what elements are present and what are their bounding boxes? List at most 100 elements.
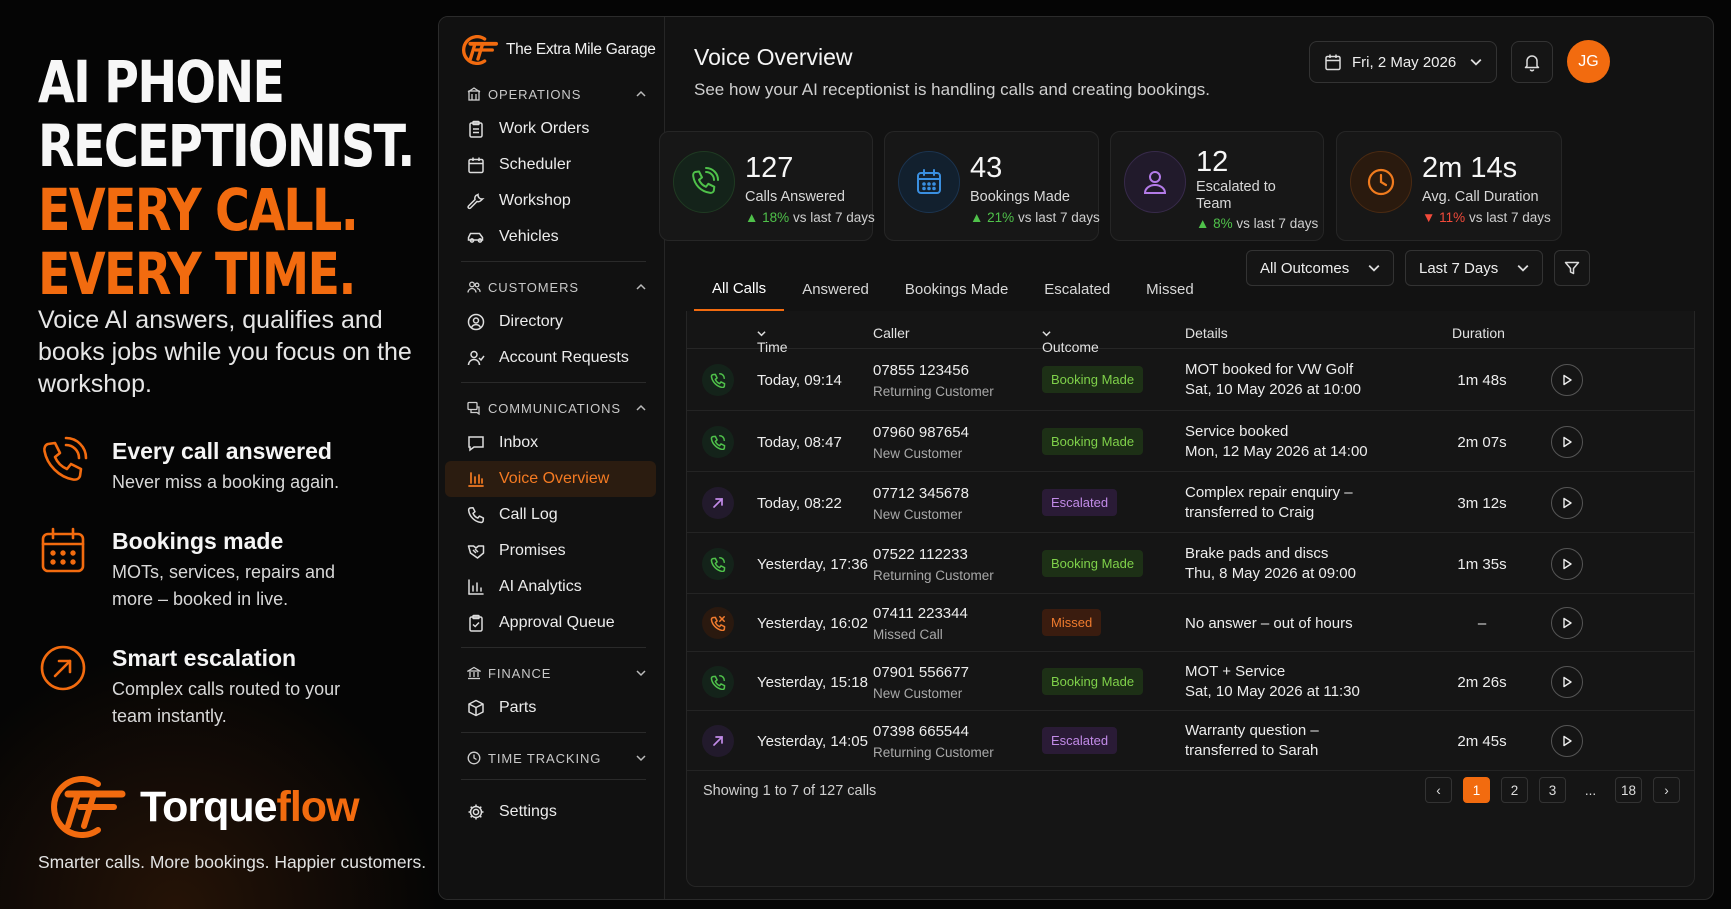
sidebar-item-inbox[interactable]: Inbox (445, 425, 656, 461)
wrench-icon (467, 193, 485, 210)
section-operations[interactable]: OPERATIONS (445, 83, 656, 105)
page-button[interactable]: 1 (1463, 777, 1490, 803)
sidebar-item-approval-queue[interactable]: Approval Queue (445, 605, 656, 641)
sidebar-item-call-log[interactable]: Call Log (445, 497, 656, 533)
call-time: Yesterday, 14:05 (757, 733, 868, 750)
table-row[interactable]: Yesterday, 15:18 07901 556677 New Customer… (687, 652, 1694, 711)
table-row[interactable]: Today, 09:14 07855 123456 Returning Custom… (687, 349, 1694, 411)
tab-bookings-made[interactable]: Bookings Made (887, 267, 1026, 311)
sidebar-item-parts[interactable]: Parts (445, 690, 656, 726)
brand-tagline: Smarter calls. More bookings. Happier cu… (38, 852, 427, 872)
sidebar-item-account-requests[interactable]: Account Requests (445, 340, 656, 376)
feature-item: Bookings made MOTs, services, repairs an… (38, 526, 428, 613)
page-button[interactable]: 2 (1501, 777, 1528, 803)
sidebar-item-ai-analytics[interactable]: AI Analytics (445, 569, 656, 605)
table-row[interactable]: Yesterday, 17:36 07522 112233 Returning Cu… (687, 533, 1694, 594)
call-duration: 1m 35s (1457, 556, 1507, 573)
table-row[interactable]: Today, 08:47 07960 987654 New Customer Book… (687, 411, 1694, 472)
column-header-time[interactable]: Time (757, 325, 788, 355)
caller-info: 07522 112233 Returning Customer (873, 546, 994, 583)
details-line-2: Sat, 10 May 2026 at 10:00 (1185, 381, 1361, 398)
section-customers[interactable]: CUSTOMERS (445, 276, 656, 298)
user-avatar[interactable]: JG (1567, 40, 1610, 83)
feature-desc: Never miss a booking again. (112, 472, 340, 492)
tab-escalated[interactable]: Escalated (1026, 267, 1128, 311)
sidebar: The Extra Mile Garage OPERATIONS Work Or… (439, 17, 665, 899)
user-icon (1143, 171, 1167, 194)
play-recording-button[interactable] (1551, 607, 1583, 639)
feature-desc: MOTs, services, repairs and more – booke… (112, 562, 336, 609)
outcome-filter-dropdown[interactable]: All Outcomes (1246, 250, 1394, 286)
sidebar-item-settings[interactable]: Settings (445, 794, 656, 830)
section-finance[interactable]: FINANCE (445, 662, 656, 684)
details-line-1: MOT + Service (1185, 663, 1286, 680)
play-icon (1563, 735, 1572, 747)
date-value: Fri, 2 May 2026 (1352, 53, 1457, 71)
sidebar-item-workshop[interactable]: Workshop (445, 183, 656, 219)
trend-up-icon: ▲ (970, 210, 984, 225)
play-recording-button[interactable] (1551, 364, 1583, 396)
filter-icon (1564, 261, 1580, 275)
sidebar-item-work-orders[interactable]: Work Orders (445, 111, 656, 147)
page-button[interactable]: 18 (1615, 777, 1642, 803)
outcome-badge: Booking Made (1042, 550, 1144, 577)
sidebar-item-scheduler[interactable]: Scheduler (445, 147, 656, 183)
tab-all-calls[interactable]: All Calls (694, 267, 785, 311)
sidebar-item-vehicles[interactable]: Vehicles (445, 219, 656, 255)
call-time: Yesterday, 15:18 (757, 674, 868, 691)
stat-trend: ▼ 11% vs last 7 days (1422, 210, 1551, 225)
caller-number: 07901 556677 (873, 664, 969, 681)
feature-title: Bookings made (112, 528, 284, 554)
play-recording-button[interactable] (1551, 426, 1583, 458)
sidebar-item-directory[interactable]: Directory (445, 304, 656, 340)
promo-subtitle: Voice AI answers, qualifies and books jo… (38, 306, 412, 398)
play-icon (1563, 436, 1572, 448)
play-icon (1563, 676, 1572, 688)
sidebar-item-label: Inbox (499, 434, 539, 451)
sidebar-item-label: Voice Overview (499, 470, 610, 487)
column-header-outcome[interactable]: Outcome (1042, 325, 1099, 355)
chevron-down-icon (1368, 264, 1380, 272)
details-line-1: MOT booked for VW Golf (1185, 361, 1354, 378)
section-label: FINANCE (488, 665, 552, 681)
play-recording-button[interactable] (1551, 666, 1583, 698)
chevron-up-icon (636, 283, 646, 290)
bell-icon (1524, 55, 1540, 72)
play-recording-button[interactable] (1551, 725, 1583, 757)
date-range-dropdown[interactable]: Last 7 Days (1405, 250, 1543, 286)
notifications-button[interactable] (1511, 41, 1553, 83)
sidebar-item-promises[interactable]: Promises (445, 533, 656, 569)
table-row[interactable]: Today, 08:22 07712 345678 New Customer Esca… (687, 472, 1694, 533)
stat-value: 43 (970, 152, 1003, 184)
phone-ringing-icon (692, 167, 719, 194)
filter-button[interactable] (1554, 250, 1590, 286)
caller-number: 07398 665544 (873, 723, 969, 740)
stat-value: 2m 14s (1422, 152, 1518, 184)
tab-answered[interactable]: Answered (784, 267, 887, 311)
trend-suffix: vs last 7 days (1236, 216, 1319, 231)
next-page-button[interactable]: › (1653, 777, 1680, 803)
outcome-badge: Booking Made (1042, 668, 1144, 695)
page-button[interactable]: 3 (1539, 777, 1566, 803)
section-label: OPERATIONS (488, 86, 582, 102)
section-communications[interactable]: COMMUNICATIONS (445, 397, 656, 419)
prev-page-button[interactable]: ‹ (1425, 777, 1452, 803)
trend-value: 21% (987, 210, 1015, 225)
clock-icon (1367, 168, 1395, 196)
call-duration: 3m 12s (1457, 495, 1507, 512)
phone-missed-icon (702, 607, 734, 639)
garage-header[interactable]: The Extra Mile Garage (439, 17, 664, 65)
stat-card-bookings-made: 43 Bookings Made ▲ 21% vs last 7 days (884, 131, 1100, 241)
sidebar-item-label: Approval Queue (499, 614, 615, 631)
divider (461, 732, 646, 733)
table-row[interactable]: Yesterday, 16:02 07411 223344 Missed Call M… (687, 594, 1694, 652)
dropdown-value: Last 7 Days (1419, 259, 1499, 277)
tab-missed[interactable]: Missed (1128, 267, 1212, 311)
play-recording-button[interactable] (1551, 548, 1583, 580)
date-picker[interactable]: Fri, 2 May 2026 (1309, 41, 1497, 83)
call-duration: 2m 26s (1457, 674, 1507, 691)
section-time-tracking[interactable]: TIME TRACKING (445, 747, 656, 769)
play-recording-button[interactable] (1551, 487, 1583, 519)
sidebar-item-voice-overview[interactable]: Voice Overview (445, 461, 656, 497)
table-row[interactable]: Yesterday, 14:05 07398 665544 Returning Cu… (687, 711, 1694, 771)
